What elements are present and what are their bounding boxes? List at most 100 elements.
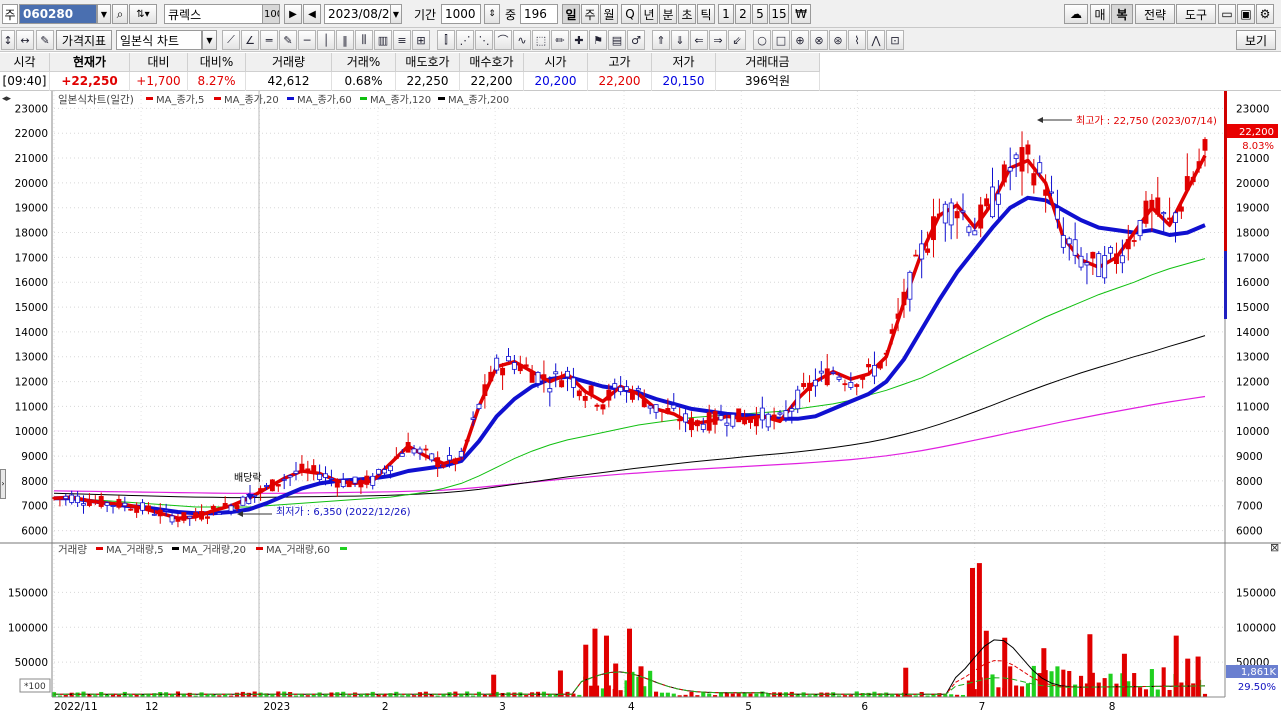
legend-ma5: MA_종가,5 (156, 94, 204, 106)
price-chart-svg[interactable]: 2300023000220002200021000210002000020000… (0, 91, 1281, 714)
candle-body (311, 465, 317, 473)
zoom-input[interactable]: 196 (520, 4, 558, 24)
price-axis-label-right: 11000 (1236, 401, 1269, 413)
chart-type-select[interactable]: 일본식 차트 (116, 30, 202, 50)
frame-icon[interactable]: ⊡ (886, 30, 904, 50)
peaks-icon[interactable]: ⋀ (867, 30, 885, 50)
candle-body (529, 371, 535, 383)
parallel-icon[interactable]: ═ (260, 30, 278, 50)
candle-body (1143, 200, 1149, 224)
interval-5-button[interactable]: 5 (752, 4, 768, 24)
fib-grid-icon[interactable]: ⊞ (412, 30, 430, 50)
rise-icon[interactable]: ⋰ (456, 30, 474, 50)
free-draw-icon[interactable]: ✏ (551, 30, 569, 50)
diag-arrow-icon[interactable]: ⇙ (728, 30, 746, 50)
next-arrow-icon[interactable]: ▶ (284, 4, 302, 24)
flag-icon[interactable]: ⚑ (589, 30, 607, 50)
price-axis-label-left: 9000 (21, 451, 48, 463)
zoom-out-icon[interactable]: ⊗ (810, 30, 828, 50)
timeframe-quarter-button[interactable]: Q (621, 4, 639, 24)
cross-icon[interactable]: ✚ (570, 30, 588, 50)
cloud-icon[interactable]: ☁ (1064, 4, 1088, 24)
interval-15-button[interactable]: 15 (769, 4, 789, 24)
prev-arrow-icon[interactable]: ◀ (303, 4, 321, 24)
date-dropdown-button[interactable]: ▼ (390, 4, 402, 24)
timeframe-month-button[interactable]: 월 (600, 4, 618, 24)
candle-body (624, 386, 630, 391)
price-indicator-button[interactable]: 가격지표 (56, 30, 112, 50)
arc-icon[interactable]: ⌒ (494, 30, 512, 50)
date-field[interactable]: 2023/08/24 (324, 4, 394, 24)
candle-body (948, 202, 954, 226)
angle-icon[interactable]: ∠ (241, 30, 259, 50)
candle-body (81, 503, 86, 506)
volume-spike-bar (603, 635, 609, 697)
circle-icon[interactable]: ○ (753, 30, 771, 50)
search-icon[interactable]: ⌕ (112, 4, 128, 24)
timeframe-second-button[interactable]: 초 (678, 4, 696, 24)
folder-icon[interactable]: ▭ (1218, 4, 1236, 24)
grid-lines-icon[interactable]: ⫼ (355, 30, 373, 50)
save-icon[interactable]: ▣ (1237, 4, 1255, 24)
box-icon[interactable]: ⬚ (532, 30, 550, 50)
view-button[interactable]: 보기 (1236, 30, 1276, 50)
up-arrow-icon[interactable]: ⇑ (652, 30, 670, 50)
candle-body (771, 414, 777, 420)
code-dropdown-button[interactable]: ▼ (97, 4, 111, 24)
right-arrow-icon[interactable]: ⇒ (709, 30, 727, 50)
down-arrow-icon[interactable]: ⇓ (671, 30, 689, 50)
price-axis-label-right: 23000 (1236, 103, 1269, 115)
fan-icon[interactable]: ⫿ (437, 30, 455, 50)
volume-bar (1102, 678, 1107, 697)
high-annotation: 최고가 : 22,750 (2023/07/14) (1076, 115, 1217, 127)
candle-body (370, 475, 376, 486)
timeframe-minute-button[interactable]: 분 (659, 4, 677, 24)
channel-icon[interactable]: ▥ (374, 30, 392, 50)
header-ask: 매도호가 (396, 53, 460, 72)
stock-name-field[interactable]: 큐렉스 (164, 4, 264, 24)
stock-code-input[interactable]: 060280 (19, 4, 97, 24)
close-pane-icon[interactable]: ⊠ (1270, 541, 1279, 554)
currency-button[interactable]: ₩ (791, 4, 811, 24)
gann-icon[interactable]: ♂ (627, 30, 645, 50)
double-line-icon[interactable]: ‖ (336, 30, 354, 50)
candle-body (1125, 239, 1131, 250)
trade-button[interactable]: 매 (1090, 4, 1110, 24)
vline-icon[interactable]: │ (317, 30, 335, 50)
fall-icon[interactable]: ⋱ (475, 30, 493, 50)
period-input[interactable]: 1000 (441, 4, 481, 24)
split-icon[interactable]: ⌇ (848, 30, 866, 50)
strategy-button[interactable]: 전략 (1135, 4, 1175, 24)
interval-1-button[interactable]: 1 (718, 4, 734, 24)
up-down-icon[interactable]: ↕ (1, 30, 15, 50)
side-collapse-handle[interactable]: › (0, 469, 6, 499)
tools-button[interactable]: 도구 (1176, 4, 1216, 24)
settings-icon[interactable]: ⚙ (1256, 4, 1274, 24)
trendline-icon[interactable]: ⟋ (222, 30, 240, 50)
left-arrow-icon[interactable]: ⇐ (690, 30, 708, 50)
candle-body (600, 404, 606, 410)
hline-icon[interactable]: ─ (298, 30, 316, 50)
chart-area[interactable]: 2300023000220002200021000210002000020000… (0, 91, 1281, 714)
fib-lines-icon[interactable]: ≡ (393, 30, 411, 50)
timeframe-day-button[interactable]: 일 (562, 4, 580, 24)
zoom-in-icon[interactable]: ⊕ (791, 30, 809, 50)
pane-toggle-icon[interactable]: ◂▸ (2, 94, 12, 104)
timeframe-week-button[interactable]: 주 (581, 4, 599, 24)
timeframe-year-button[interactable]: 년 (640, 4, 658, 24)
rectangle-icon[interactable]: □ (772, 30, 790, 50)
edit-icon[interactable]: ✎ (36, 30, 54, 50)
compound-button[interactable]: 복 (1111, 4, 1133, 24)
timeframe-tick-button[interactable]: 틱 (697, 4, 715, 24)
interval-2-button[interactable]: 2 (735, 4, 751, 24)
chart-type-dropdown[interactable]: ▼ (202, 30, 217, 50)
period-spin-icon[interactable]: ⇕ (484, 4, 500, 24)
sort-icon[interactable]: ⇅▾ (129, 4, 157, 24)
left-right-icon[interactable]: ↔ (16, 30, 34, 50)
pencil-icon[interactable]: ✎ (279, 30, 297, 50)
wave-icon[interactable]: ∿ (513, 30, 531, 50)
candle-body (990, 186, 995, 218)
table-icon[interactable]: ▤ (608, 30, 626, 50)
value-bid: 22,200 (460, 72, 524, 91)
marker-icon[interactable]: ⊛ (829, 30, 847, 50)
